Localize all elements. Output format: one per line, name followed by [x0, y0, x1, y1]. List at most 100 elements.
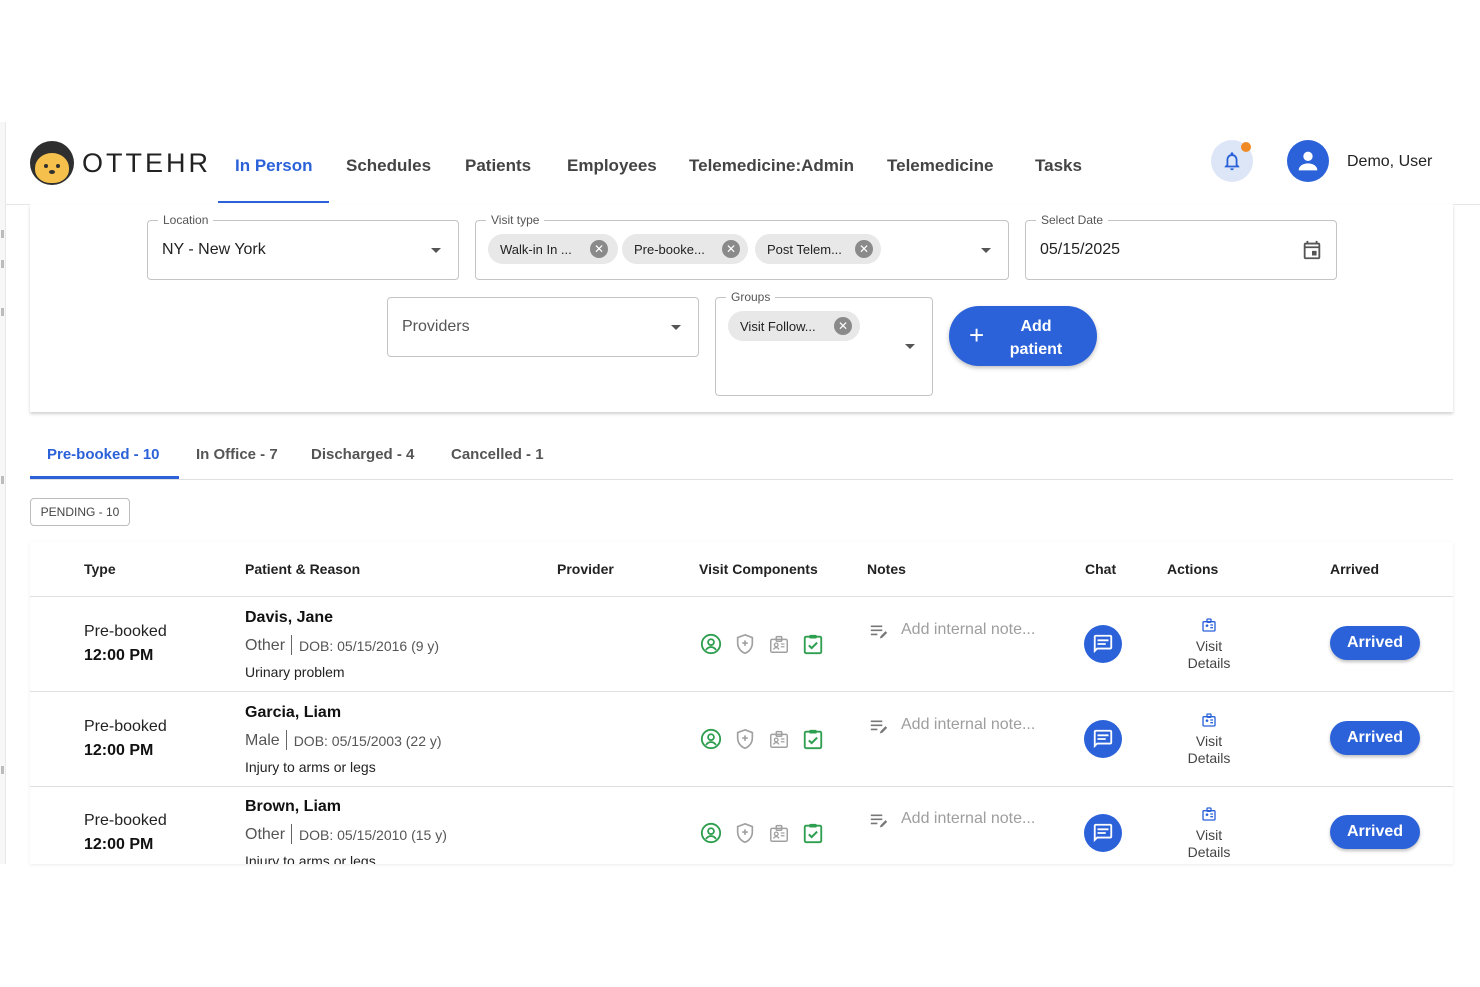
chip-label: Pre-booke... [634, 242, 705, 257]
app-header: OTTEHR In Person Schedules Patients Empl… [6, 122, 1480, 205]
visit-details-link[interactable]: Visit Details [1169, 638, 1249, 672]
patient-gender: Other [245, 637, 286, 654]
app-logo-text[interactable]: OTTEHR [82, 148, 211, 179]
edit-note-icon [870, 625, 888, 639]
chip-remove-icon[interactable]: ✕ [834, 317, 852, 335]
nav-employees[interactable]: Employees [567, 156, 657, 176]
patient-gender: Other [245, 826, 286, 843]
patient-name[interactable]: Davis, Jane [245, 609, 333, 627]
visit-details-link[interactable]: Visit Details [1169, 827, 1249, 861]
arrived-button[interactable]: Arrived [1330, 626, 1420, 660]
column-header: Visit Components [699, 561, 818, 577]
pending-count-badge: PENDING - 10 [30, 498, 130, 526]
nav-active-indicator [218, 201, 329, 203]
checklist-icon[interactable] [802, 822, 824, 844]
chip-label: Post Telem... [767, 242, 842, 257]
add-note-input[interactable]: Add internal note... [901, 810, 1035, 828]
visit-details-line: Visit [1195, 827, 1223, 843]
visit-details-icon[interactable] [1201, 617, 1217, 633]
window-edge [0, 122, 6, 864]
visit-time: 12:00 PM [84, 647, 154, 664]
plus-icon: + [969, 320, 985, 350]
chip-remove-icon[interactable]: ✕ [590, 240, 608, 258]
visit-details-line: Details [1187, 655, 1231, 671]
chip-remove-icon[interactable]: ✕ [855, 240, 873, 258]
visit-reason: Injury to arms or legs [245, 758, 376, 775]
chat-button[interactable] [1084, 814, 1122, 852]
chevron-down-icon [671, 325, 681, 330]
visit-details-line: Details [1187, 749, 1231, 766]
nav-tasks[interactable]: Tasks [1035, 156, 1082, 176]
id-card-icon[interactable] [768, 728, 790, 750]
tab-discharged[interactable]: Discharged - 4 [311, 446, 414, 463]
nav-telemedicine-admin[interactable]: Telemedicine:Admin [689, 156, 854, 176]
patient-name[interactable]: Garcia, Liam [245, 704, 341, 722]
visit-type-chip[interactable]: Walk-in In ... ✕ [488, 234, 618, 264]
table-row[interactable]: Pre-booked 12:00 PM Garcia, Liam Male DO… [30, 692, 1453, 787]
user-avatar[interactable] [1287, 140, 1329, 182]
insurance-shield-icon[interactable] [734, 822, 756, 844]
nav-schedules[interactable]: Schedules [346, 156, 431, 176]
edge-mark [1, 260, 4, 268]
nav-in-person[interactable]: In Person [235, 156, 312, 176]
calendar-icon[interactable] [1301, 239, 1323, 261]
patient-dob: DOB: 05/15/2003 (22 y) [293, 732, 442, 749]
location-select[interactable]: Location NY - New York [147, 213, 459, 280]
visit-time: 12:00 PM [84, 836, 154, 853]
tab-pre-booked[interactable]: Pre-booked - 10 [47, 446, 160, 463]
insurance-shield-icon[interactable] [734, 728, 756, 750]
tab-in-office[interactable]: In Office - 7 [196, 446, 278, 463]
visit-details-icon[interactable] [1201, 806, 1217, 822]
tab-cancelled[interactable]: Cancelled - 1 [451, 446, 544, 463]
checklist-icon[interactable] [802, 633, 824, 655]
add-patient-button[interactable]: + Add patient [949, 306, 1097, 366]
providers-select[interactable]: Providers [387, 297, 699, 357]
id-card-icon[interactable] [768, 822, 790, 844]
chat-button[interactable] [1084, 625, 1122, 663]
notifications-button[interactable] [1211, 140, 1253, 182]
person-check-icon[interactable] [700, 633, 722, 655]
divider [291, 635, 293, 655]
divider [285, 729, 287, 750]
table-row[interactable]: Pre-booked 12:00 PM Davis, Jane Other DO… [30, 597, 1453, 692]
patient-dob: DOB: 05/15/2010 (15 y) [299, 827, 447, 843]
account-circle-icon [1298, 151, 1318, 171]
user-name[interactable]: Demo, User [1347, 153, 1432, 171]
visits-table: Type Patient & Reason Provider Visit Com… [30, 542, 1453, 864]
table-row[interactable]: Pre-booked 12:00 PM Brown, Liam Other DO… [30, 786, 1453, 864]
person-check-icon[interactable] [700, 728, 722, 750]
person-check-icon[interactable] [700, 822, 722, 844]
column-header: Type [84, 561, 116, 577]
nav-telemedicine[interactable]: Telemedicine [887, 156, 993, 176]
date-picker[interactable]: Select Date 05/15/2025 [1025, 213, 1337, 280]
checklist-icon[interactable] [802, 728, 824, 750]
arrived-button[interactable]: Arrived [1330, 815, 1420, 849]
patient-name[interactable]: Brown, Liam [245, 798, 341, 816]
chat-icon [1093, 823, 1113, 843]
edit-note-icon [870, 719, 888, 734]
patient-dob: DOB: 05/15/2016 (9 y) [299, 638, 440, 654]
bell-icon [1224, 152, 1240, 171]
visit-time: 12:00 PM [84, 741, 154, 759]
column-header: Provider [557, 561, 614, 577]
chip-remove-icon[interactable]: ✕ [722, 240, 740, 258]
groups-select[interactable]: Groups Visit Follow... ✕ [715, 290, 933, 396]
id-card-icon[interactable] [768, 633, 790, 655]
chip-label: Walk-in In ... [500, 242, 572, 257]
insurance-shield-icon[interactable] [734, 633, 756, 655]
column-header: Patient & Reason [245, 561, 361, 577]
arrived-button[interactable]: Arrived [1330, 720, 1420, 755]
nav-patients[interactable]: Patients [465, 156, 531, 176]
group-chip[interactable]: Visit Follow... ✕ [728, 311, 860, 341]
add-note-input[interactable]: Add internal note... [901, 621, 1035, 639]
visit-type-select[interactable]: Visit type Walk-in In ... ✕ Pre-booke...… [475, 213, 1009, 280]
tabs-divider [30, 479, 1453, 480]
otter-logo-icon[interactable] [30, 141, 74, 185]
visit-details-link[interactable]: Visit Details [1169, 733, 1249, 767]
visit-type-chip[interactable]: Pre-booke... ✕ [622, 234, 748, 264]
visit-type-chip[interactable]: Post Telem... ✕ [755, 234, 881, 264]
add-note-input[interactable]: Add internal note... [901, 716, 1035, 734]
date-value: 05/15/2025 [1040, 241, 1121, 258]
chat-button[interactable] [1084, 719, 1122, 758]
visit-details-icon[interactable] [1201, 712, 1217, 728]
